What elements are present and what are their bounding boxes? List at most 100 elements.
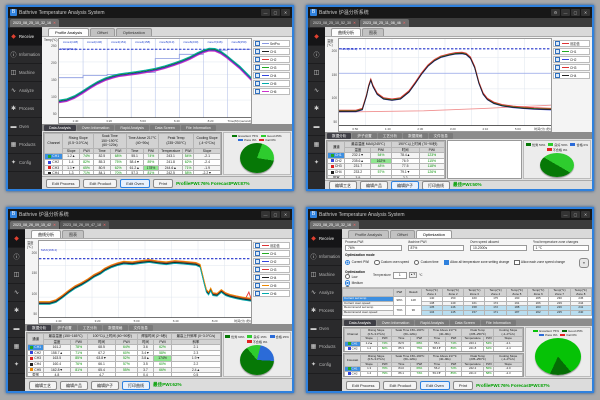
item-button[interactable]: 编辑工艺 (29, 381, 57, 390)
table-row[interactable]: CH5162.8▼81%65.455%3.766%2.4▲ (28, 367, 221, 373)
close-icon[interactable]: ✕ (403, 21, 406, 25)
minimize-button[interactable]: — (261, 211, 270, 218)
field-value[interactable]: 1 ℃ (533, 245, 590, 252)
sidebar-item-item[interactable]: ✦ (8, 356, 25, 374)
tab-item[interactable]: 曲线分析 (331, 28, 361, 36)
sidebar-item-machine[interactable]: ◫Machine (308, 266, 342, 284)
legend-item-ch3[interactable]: CH3 (553, 64, 590, 71)
tab-item[interactable]: 工艺分析 (378, 133, 402, 139)
tab-item[interactable]: 数据规格 (103, 325, 127, 331)
item-button[interactable]: 编辑炉子 (391, 181, 419, 190)
sidebar-item-analyze[interactable]: ∿Analyze (8, 82, 42, 100)
print-button[interactable]: Print (453, 381, 473, 390)
tab-item[interactable]: 图表 (362, 28, 384, 36)
edit-process-button[interactable]: Edit Process (346, 381, 380, 390)
title-bar[interactable]: B Bathrive 炉温分析系统 ⚙—▢✕ (308, 7, 592, 18)
checkbox-allow-all-temperature-zone-setting-change[interactable]: Allow all temperature zone setting chang… (444, 260, 510, 265)
sidebar-item-config[interactable]: ✦Config (8, 154, 42, 172)
legend-item-ch6[interactable]: CH6 (253, 88, 290, 95)
sidebar-item-item[interactable]: ∿ (308, 82, 325, 100)
tab-file-information[interactable]: File Information (481, 320, 516, 326)
legend-item-ch3[interactable]: CH3 (253, 266, 290, 273)
sidebar-item-item[interactable]: ▦ (308, 136, 325, 154)
tab-profile-analysis[interactable]: Profile Analysis (348, 230, 389, 238)
tab-rapid-analysis[interactable]: Rapid Analysis (115, 125, 149, 131)
field-value[interactable]: 87% (408, 245, 465, 252)
legend-checkbox[interactable] (555, 57, 560, 62)
edit-product-button[interactable]: Edit Product (83, 179, 117, 188)
sidebar-item-item[interactable]: ▬ (8, 320, 25, 338)
field-value[interactable]: 76% (345, 245, 402, 252)
sidebar-item-machine[interactable]: ◫Machine (8, 64, 42, 82)
tab-item[interactable]: 工艺分析 (78, 325, 102, 331)
legend-checkbox[interactable] (555, 73, 560, 78)
item-button[interactable]: 编辑炉子 (91, 381, 119, 390)
edit-oven-button[interactable]: Edit Oven (420, 381, 450, 390)
optimize-run-button[interactable]: » (579, 258, 589, 268)
sidebar-item-item[interactable]: ✱ (308, 100, 325, 118)
title-bar[interactable]: B Bathrive Temperature Analysis System —… (8, 7, 292, 18)
edit-product-button[interactable]: Edit Product (383, 381, 417, 390)
legend-checkbox[interactable] (555, 41, 560, 46)
tab-optimization[interactable]: Optimization (116, 28, 152, 36)
legend-item-ch3[interactable]: CH3 (253, 64, 290, 71)
sidebar-item-item[interactable]: ◆ (8, 230, 25, 248)
close-icon[interactable]: ✕ (353, 223, 356, 227)
sidebar-item-item[interactable]: ∿ (8, 284, 25, 302)
legend-item-ch2[interactable]: CH2 (253, 258, 290, 265)
item-button[interactable]: 编辑工艺 (329, 181, 357, 190)
legend-checkbox[interactable] (555, 49, 560, 54)
edit-process-button[interactable]: Edit Process (46, 179, 80, 188)
close-icon[interactable]: ✕ (53, 223, 56, 227)
tab-offset[interactable]: Offset (90, 28, 115, 36)
legend-checkbox[interactable] (255, 89, 260, 94)
legend-checkbox[interactable] (255, 65, 260, 70)
sidebar-item-analyze[interactable]: ∿Analyze (308, 284, 342, 302)
tab-offset[interactable]: Offset (390, 230, 415, 238)
document-tab[interactable]: 2023_08_25_10_32_16✕ (310, 221, 359, 229)
legend-item-item[interactable]: 设定值 (553, 40, 590, 47)
close-icon[interactable]: ✕ (353, 21, 356, 25)
legend-item-ch6[interactable]: CH6 (253, 290, 290, 297)
settings-button[interactable]: ⚙ (551, 9, 560, 16)
sidebar-item-oven[interactable]: ▬Oven (8, 118, 42, 136)
tab-item[interactable]: 炉子设置 (352, 133, 376, 139)
radio-current-pwi[interactable]: Current PWI (345, 260, 369, 265)
close-icon[interactable]: ✕ (103, 223, 106, 227)
tab-file-information[interactable]: File Information (181, 125, 216, 131)
sidebar-item-config[interactable]: ✦Config (308, 356, 342, 374)
table-row[interactable]: CH41.371%84.170%57.381%242.558%-2.2▼ (45, 171, 221, 175)
sidebar-item-information[interactable]: ⓘInformation (8, 46, 42, 64)
close-button[interactable]: ✕ (281, 211, 290, 218)
legend-item-ch4[interactable]: CH4 (253, 274, 290, 281)
legend-checkbox[interactable] (255, 243, 260, 248)
item-button[interactable]: 编辑产品 (60, 381, 88, 390)
sidebar-item-item[interactable]: ⓘ (308, 46, 325, 64)
legend-item-ch2[interactable]: CH2 (553, 56, 590, 63)
maximize-button[interactable]: ▢ (271, 9, 280, 16)
tab-profile-analysis[interactable]: Profile Analysis (48, 28, 89, 36)
sidebar-item-information[interactable]: ⓘInformation (308, 248, 342, 266)
maximize-button[interactable]: ▢ (571, 9, 580, 16)
radio-custom-time[interactable]: Custom time (414, 260, 438, 265)
legend-item-ch4[interactable]: CH4 (553, 72, 590, 79)
close-button[interactable]: ✕ (581, 9, 590, 16)
tab-rapid-analysis[interactable]: Rapid Analysis (415, 320, 449, 326)
stepper-arrows-icon[interactable]: ▲▼ (409, 272, 417, 278)
legend-checkbox[interactable] (255, 291, 260, 296)
checkbox-allow-each-zone-speed-change[interactable]: Allow each zone speed change (514, 260, 565, 265)
tab-item[interactable]: 数据分析 (27, 325, 51, 331)
tab-item[interactable]: 文件信息 (129, 325, 153, 331)
tab-data-screen[interactable]: Data Screen (150, 125, 180, 131)
chart-plot[interactable]: MAX(168.4) 1:403:205:006:408:20 时间(分):(秒… (38, 240, 252, 324)
title-bar[interactable]: B Bathrive Temperature Analysis System —… (308, 209, 592, 220)
sidebar-item-item[interactable]: ✦ (308, 154, 325, 172)
tab-item[interactable]: 文件信息 (429, 133, 453, 139)
legend-checkbox[interactable] (255, 41, 260, 46)
tab-oven-information[interactable]: Oven Information (377, 320, 415, 326)
legend-item-ch2[interactable]: CH2 (253, 56, 290, 63)
radio-medium[interactable]: Medium (345, 280, 365, 285)
document-tab[interactable]: 2023_08_26_09_15_42✕ (10, 221, 59, 229)
legend-checkbox[interactable] (255, 259, 260, 264)
item-button[interactable]: 打印曲线 (122, 381, 150, 390)
